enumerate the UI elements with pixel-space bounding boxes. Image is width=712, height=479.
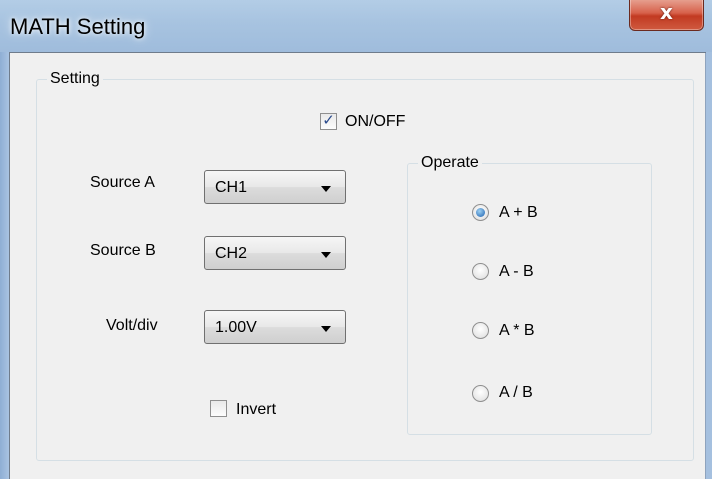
window-frame-left [0, 52, 9, 479]
checkmark-icon: ✓ [322, 111, 335, 129]
radio-selected-dot-icon [476, 208, 485, 217]
window-border-right [705, 52, 706, 479]
radio-a-div-b[interactable] [472, 385, 489, 402]
source-b-value: CH2 [215, 245, 248, 262]
dropdown-arrow-icon [321, 326, 331, 332]
onoff-checkbox[interactable]: ✓ [320, 111, 337, 130]
window-border-left [9, 52, 10, 479]
source-a-label: Source A [90, 174, 155, 191]
operate-group-label: Operate [421, 154, 479, 171]
radio-a-minus-b[interactable] [472, 263, 489, 280]
source-a-select[interactable]: CH1 [204, 170, 346, 204]
invert-checkbox[interactable] [210, 400, 227, 417]
window-frame-right [706, 52, 712, 479]
close-icon: x [660, 0, 673, 24]
volt-div-label: Volt/div [106, 317, 158, 334]
radio-a-div-b-label[interactable]: A / B [499, 384, 533, 402]
setting-group-label: Setting [50, 70, 100, 87]
radio-a-plus-b[interactable] [472, 204, 489, 221]
volt-div-select[interactable]: 1.00V [204, 310, 346, 344]
radio-a-times-b[interactable] [472, 322, 489, 339]
onoff-label[interactable]: ON/OFF [345, 113, 405, 131]
window-border-top [9, 52, 706, 53]
source-b-label: Source B [90, 242, 156, 259]
window-title: MATH Setting [10, 14, 146, 39]
close-button[interactable]: x [629, 0, 704, 31]
radio-a-times-b-label[interactable]: A * B [499, 322, 535, 340]
volt-div-value: 1.00V [215, 319, 257, 336]
invert-label[interactable]: Invert [236, 401, 276, 419]
radio-a-plus-b-label[interactable]: A + B [499, 204, 538, 222]
source-b-select[interactable]: CH2 [204, 236, 346, 270]
dropdown-arrow-icon [321, 252, 331, 258]
dropdown-arrow-icon [321, 186, 331, 192]
source-a-value: CH1 [215, 179, 248, 196]
radio-a-minus-b-label[interactable]: A - B [499, 263, 534, 281]
title-bar[interactable]: MATH Setting [0, 0, 712, 52]
